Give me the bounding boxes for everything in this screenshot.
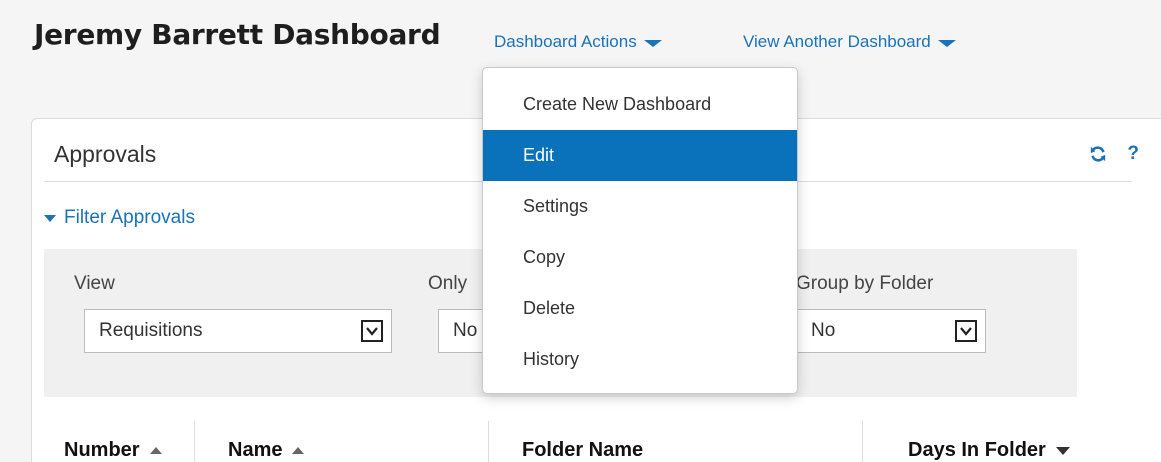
column-header-folder-name[interactable]: Folder Name [522, 439, 643, 462]
filter-approvals-label: Filter Approvals [64, 207, 195, 228]
sort-up-icon [149, 447, 162, 454]
caret-down-icon [937, 40, 956, 47]
group-by-folder-select[interactable]: No [796, 309, 986, 353]
column-header-label: Days In Folder [908, 439, 1046, 461]
page-title: Jeremy Barrett Dashboard [34, 18, 441, 51]
chevron-down-icon [44, 214, 56, 222]
panel-title: Approvals [54, 141, 157, 167]
view-select-value: Requisitions [99, 320, 203, 341]
view-label: View [74, 273, 115, 294]
help-icon[interactable]: ? [1127, 144, 1139, 163]
column-divider [194, 421, 195, 462]
view-select[interactable]: Requisitions [84, 309, 392, 353]
sort-up-icon [292, 447, 305, 454]
column-header-label: Folder Name [522, 439, 644, 461]
only-select-value: No [453, 320, 478, 341]
column-divider [862, 421, 863, 462]
column-header-number[interactable]: Number [64, 439, 162, 462]
menu-item-edit[interactable]: Edit [483, 130, 797, 181]
view-another-dashboard-menu[interactable]: View Another Dashboard [743, 32, 956, 52]
caret-down-icon [643, 40, 662, 47]
menu-item-settings[interactable]: Settings [483, 181, 797, 232]
column-header-days-in-folder[interactable]: Days In Folder [908, 439, 1070, 462]
column-header-name[interactable]: Name [228, 439, 305, 462]
view-another-dashboard-label: View Another Dashboard [743, 32, 931, 51]
menu-item-delete[interactable]: Delete [483, 283, 797, 334]
dashboard-actions-dropdown: Create New Dashboard Edit Settings Copy … [482, 67, 798, 394]
chevron-down-icon [361, 320, 383, 342]
sort-down-icon [1055, 446, 1070, 455]
column-divider [488, 421, 489, 462]
menu-item-copy[interactable]: Copy [483, 232, 797, 283]
menu-item-history[interactable]: History [483, 334, 797, 385]
group-by-folder-label: Group by Folder [796, 273, 934, 294]
only-label: Only [428, 273, 468, 294]
group-by-folder-value: No [811, 320, 836, 341]
menu-item-create-new-dashboard[interactable]: Create New Dashboard [483, 79, 797, 130]
dashboard-page: Jeremy Barrett Dashboard Dashboard Actio… [0, 0, 1161, 462]
dashboard-actions-menu[interactable]: Dashboard Actions [494, 32, 662, 52]
column-header-label: Name [228, 439, 283, 461]
panel-tools: ? [1089, 144, 1139, 163]
refresh-icon[interactable] [1089, 145, 1107, 163]
chevron-down-icon [955, 320, 977, 342]
filter-approvals-toggle[interactable]: Filter Approvals [44, 207, 195, 229]
column-header-label: Number [64, 439, 140, 461]
dashboard-actions-label: Dashboard Actions [494, 32, 637, 51]
